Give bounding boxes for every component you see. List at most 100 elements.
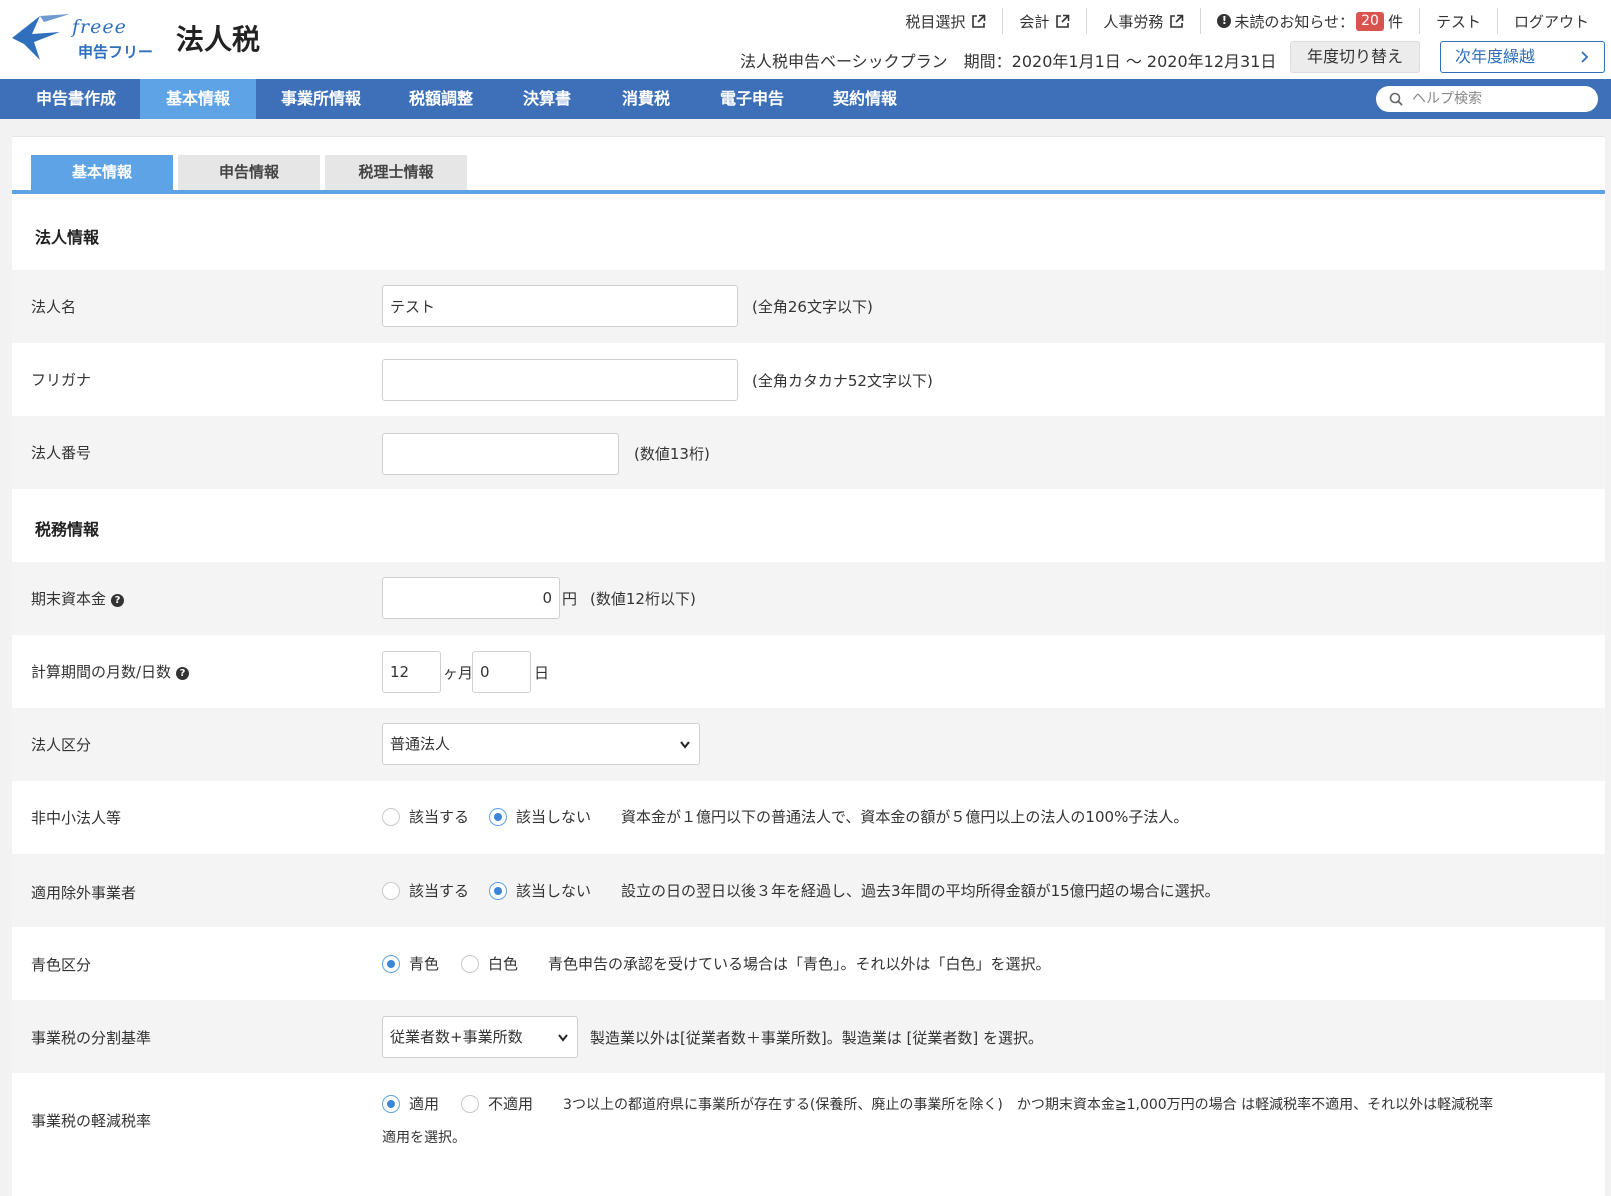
- non-sme-hint: 資本金が１億円以下の普通法人で、資本金の額が５億円以上の法人の100%子法人。: [621, 808, 1189, 826]
- form-row-period: 計算期間の月数/日数? ヶ月 日: [12, 635, 1605, 708]
- logo-subtitle: 申告フリー: [78, 43, 154, 61]
- radio-button-selected[interactable]: [489, 881, 508, 900]
- non-sme-no-label: 該当しない: [516, 808, 592, 826]
- reduced-option-not[interactable]: 不適用: [461, 1093, 533, 1114]
- nav-tab-tax-adjust[interactable]: 税額調整: [386, 79, 496, 119]
- corp-type-select[interactable]: 普通法人: [382, 723, 700, 765]
- capital-label-wrap: 期末資本金?: [31, 588, 125, 609]
- notifications-link[interactable]: ! 未読のお知らせ： 20 件: [1200, 8, 1419, 34]
- blue-label: 青色区分: [31, 956, 92, 974]
- help-search-placeholder: ヘルプ検索: [1412, 91, 1482, 107]
- logo-script: freee: [72, 16, 127, 38]
- section-heading-tax-info: 税務情報: [35, 520, 100, 539]
- app-header: freee 申告フリー 法人税 税目選択 会計 人事労務 ! 未読のお知らせ： …: [0, 0, 1611, 79]
- next-year-label: 次年度繰越: [1455, 47, 1536, 66]
- nav-tab-consumption-tax[interactable]: 消費税: [600, 79, 692, 119]
- radio-button[interactable]: [382, 881, 400, 900]
- radio-button[interactable]: [461, 954, 480, 973]
- content-panel: 基本情報 申告情報 税理士情報 法人情報 法人名 (全角26文字以下) フリガナ…: [12, 136, 1605, 1196]
- reduced-hint-line1: 3つ以上の都道府県に事業所が存在する(保養所、廃止の事業所を除く) かつ期末資本…: [563, 1096, 1494, 1113]
- nav-tab-e-filing[interactable]: 電子申告: [700, 79, 804, 119]
- hr-link[interactable]: 人事労務: [1086, 8, 1200, 34]
- blue-hint: 青色申告の承認を受けている場合は「青色」。それ以外は「白色」を選択。: [548, 955, 1051, 973]
- chevron-down-icon: [679, 725, 691, 782]
- form-row-blue: 青色区分 青色 白色 青色申告の承認を受けている場合は「青色」。それ以外は「白色…: [12, 927, 1605, 1000]
- excluded-option-yes[interactable]: 該当する: [382, 880, 469, 901]
- help-search-input[interactable]: ヘルプ検索: [1376, 86, 1598, 112]
- section-heading-corp-info: 法人情報: [35, 228, 100, 247]
- blue-option-blue[interactable]: 青色: [382, 953, 439, 974]
- period-months-unit: ヶ月: [443, 664, 474, 682]
- non-sme-label: 非中小法人等: [31, 809, 122, 827]
- logout-label: ログアウト: [1513, 12, 1589, 31]
- furigana-hint: (全角カタカナ52文字以下): [752, 372, 933, 390]
- nav-tab-office-info[interactable]: 事業所情報: [262, 79, 380, 119]
- period-days-input[interactable]: [472, 651, 531, 693]
- help-question-icon[interactable]: ?: [111, 594, 125, 607]
- subtab-basic-info[interactable]: 基本情報: [31, 155, 173, 190]
- section-row-tax: 税務情報: [12, 489, 1605, 562]
- capital-hint: (数値12桁以下): [590, 590, 696, 608]
- reduced-label: 事業税の軽減税率: [31, 1112, 152, 1130]
- user-name: テスト: [1435, 12, 1481, 31]
- blue-blue-label: 青色: [409, 955, 440, 973]
- help-question-icon[interactable]: ?: [176, 667, 190, 680]
- period-days-unit: 日: [534, 664, 550, 682]
- account-select-link[interactable]: 税目選択: [889, 8, 1002, 34]
- nav-tab-financial-statements[interactable]: 決算書: [502, 79, 592, 119]
- corp-name-input[interactable]: [382, 285, 738, 327]
- freee-logo[interactable]: freee 申告フリー: [10, 10, 162, 66]
- notice-count-badge: 20: [1356, 11, 1384, 31]
- external-link-icon: [1170, 14, 1184, 28]
- swallow-logo-icon: [12, 14, 70, 60]
- period-label: 計算期間の月数/日数: [31, 663, 172, 681]
- section-row-corp: 法人情報: [12, 198, 1605, 270]
- accounting-link[interactable]: 会計: [1002, 8, 1086, 34]
- non-sme-option-yes[interactable]: 該当する: [382, 806, 469, 827]
- reduced-radio-group: 適用 不適用 3つ以上の都道府県に事業所が存在する(保養所、廃止の事業所を除く)…: [382, 1093, 1493, 1114]
- excluded-yes-label: 該当する: [409, 882, 470, 900]
- corp-number-input[interactable]: [382, 433, 619, 475]
- division-label: 事業税の分割基準: [31, 1029, 152, 1047]
- period-months-input[interactable]: [382, 651, 441, 693]
- radio-button[interactable]: [461, 1094, 480, 1113]
- capital-input[interactable]: [382, 577, 560, 619]
- form-row-excluded: 適用除外事業者 該当する 該当しない 設立の日の翌日以後３年を経過し、過去3年間…: [12, 854, 1605, 927]
- chevron-right-icon: [1580, 42, 1590, 82]
- blue-option-white[interactable]: 白色: [461, 953, 518, 974]
- division-select[interactable]: 従業者数+事業所数: [382, 1016, 578, 1058]
- user-menu[interactable]: テスト: [1418, 8, 1497, 34]
- subtab-tax-accountant-info[interactable]: 税理士情報: [325, 155, 467, 190]
- nav-tab-return-creation[interactable]: 申告書作成: [12, 79, 140, 119]
- radio-button-selected[interactable]: [382, 1094, 400, 1113]
- radio-button[interactable]: [382, 807, 400, 826]
- switch-year-button[interactable]: 年度切り替え: [1290, 41, 1420, 73]
- corp-number-hint: (数値13桁): [634, 445, 710, 463]
- division-hint: 製造業以外は[従業者数＋事業所数]。製造業は [従業者数] を選択。: [590, 1029, 1043, 1047]
- corp-number-label: 法人番号: [31, 444, 92, 462]
- non-sme-option-no[interactable]: 該当しない: [489, 806, 591, 827]
- excluded-radio-group: 該当する 該当しない 設立の日の翌日以後３年を経過し、過去3年間の平均所得金額が…: [382, 880, 1220, 901]
- subtab-filing-info[interactable]: 申告情報: [178, 155, 320, 190]
- radio-button-selected[interactable]: [489, 807, 508, 826]
- furigana-input[interactable]: [382, 359, 738, 401]
- form-row-division: 事業税の分割基準 従業者数+事業所数 製造業以外は[従業者数＋事業所数]。製造業…: [12, 1000, 1605, 1073]
- capital-label: 期末資本金: [31, 590, 107, 608]
- radio-button-selected[interactable]: [382, 954, 400, 973]
- excluded-option-no[interactable]: 該当しない: [489, 880, 591, 901]
- reduced-apply-label: 適用: [409, 1095, 440, 1113]
- corp-name-label: 法人名: [31, 298, 77, 316]
- form-row-furigana: フリガナ (全角カタカナ52文字以下): [12, 343, 1605, 416]
- accounting-label: 会計: [1019, 12, 1050, 31]
- furigana-label: フリガナ: [31, 371, 92, 389]
- external-link-icon: [972, 14, 986, 28]
- capital-unit: 円: [562, 590, 578, 608]
- nav-tab-contract-info[interactable]: 契約情報: [812, 79, 918, 119]
- corp-name-hint: (全角26文字以下): [752, 298, 873, 316]
- nav-tab-basic-info[interactable]: 基本情報: [140, 79, 256, 119]
- reduced-option-apply[interactable]: 適用: [382, 1093, 439, 1114]
- next-year-carryover-button[interactable]: 次年度繰越: [1440, 41, 1605, 73]
- logout-link[interactable]: ログアウト: [1496, 8, 1605, 34]
- blue-white-label: 白色: [488, 955, 519, 973]
- non-sme-yes-label: 該当する: [409, 808, 470, 826]
